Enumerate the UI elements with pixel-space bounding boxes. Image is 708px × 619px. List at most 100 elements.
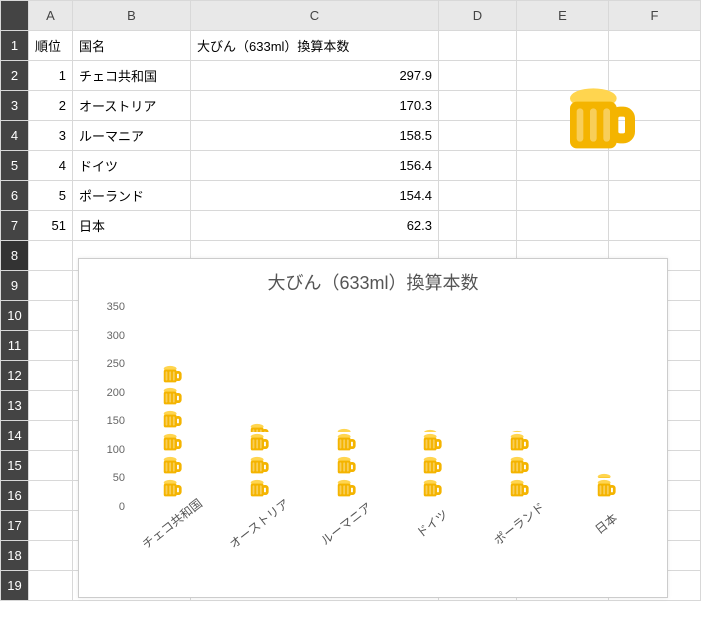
cell[interactable]	[29, 451, 73, 481]
cell-A4[interactable]: 3	[29, 121, 73, 151]
beer-mug-icon	[335, 479, 357, 501]
chart-plot-area: 050100150200250300350	[129, 301, 647, 501]
cell-B4[interactable]: ルーマニア	[73, 121, 191, 151]
col-header-F[interactable]: F	[609, 1, 701, 31]
chart-x-axis: チェコ共和国オーストリアルーマニアドイツポーランド日本	[129, 501, 647, 571]
cell-B5[interactable]: ドイツ	[73, 151, 191, 181]
cell-A3[interactable]: 2	[29, 91, 73, 121]
chart-x-label: オーストリア	[226, 495, 293, 552]
row-header[interactable]: 3	[1, 91, 29, 121]
cell-D2[interactable]	[439, 61, 517, 91]
cell-A1[interactable]: 順位	[29, 31, 73, 61]
chart-y-tick: 50	[113, 472, 125, 484]
row-header[interactable]: 7	[1, 211, 29, 241]
row-header[interactable]: 12	[1, 361, 29, 391]
row-header[interactable]: 1	[1, 31, 29, 61]
row-header[interactable]: 10	[1, 301, 29, 331]
cell-E6[interactable]	[517, 181, 609, 211]
row-header[interactable]: 16	[1, 481, 29, 511]
beer-mug-icon	[335, 456, 357, 478]
cell-C1[interactable]: 大びん（633ml）換算本数	[191, 31, 439, 61]
cell[interactable]	[29, 271, 73, 301]
cell[interactable]	[29, 391, 73, 421]
cell-B1[interactable]: 国名	[73, 31, 191, 61]
cell[interactable]	[29, 511, 73, 541]
cell-B2[interactable]: チェコ共和国	[73, 61, 191, 91]
cell-D7[interactable]	[439, 211, 517, 241]
cell-A5[interactable]: 4	[29, 151, 73, 181]
cell-B7[interactable]: 日本	[73, 211, 191, 241]
cell-B6[interactable]: ポーランド	[73, 181, 191, 211]
beer-mug-icon	[248, 433, 270, 455]
cell-F6[interactable]	[609, 181, 701, 211]
row-header[interactable]: 8	[1, 241, 29, 271]
col-header-A[interactable]: A	[29, 1, 73, 31]
cell-E7[interactable]	[517, 211, 609, 241]
row-header[interactable]: 2	[1, 61, 29, 91]
col-header-C[interactable]: C	[191, 1, 439, 31]
chart-markers	[129, 301, 647, 501]
cell-D6[interactable]	[439, 181, 517, 211]
cell-D4[interactable]	[439, 121, 517, 151]
beer-mug-icon	[421, 456, 443, 478]
chart-x-label: ポーランド	[490, 498, 548, 548]
cell-D3[interactable]	[439, 91, 517, 121]
row-header[interactable]: 6	[1, 181, 29, 211]
chart-series-column	[591, 473, 621, 501]
cell-C2[interactable]: 297.9	[191, 61, 439, 91]
cell[interactable]	[29, 301, 73, 331]
cell-D1[interactable]	[439, 31, 517, 61]
chart-title: 大びん（633ml）換算本数	[79, 259, 667, 301]
col-header-D[interactable]: D	[439, 1, 517, 31]
row-header[interactable]: 17	[1, 511, 29, 541]
cell[interactable]	[29, 361, 73, 391]
cell-C6[interactable]: 154.4	[191, 181, 439, 211]
cell-C5[interactable]: 156.4	[191, 151, 439, 181]
cell[interactable]	[29, 571, 73, 601]
row-header[interactable]: 14	[1, 421, 29, 451]
cell-D5[interactable]	[439, 151, 517, 181]
cell-C4[interactable]: 158.5	[191, 121, 439, 151]
row-header[interactable]: 19	[1, 571, 29, 601]
cell-C7[interactable]: 62.3	[191, 211, 439, 241]
chart-series-column	[244, 423, 274, 501]
row-header[interactable]: 5	[1, 151, 29, 181]
cell-A6[interactable]: 5	[29, 181, 73, 211]
beer-mug-icon	[595, 479, 617, 501]
cell[interactable]	[29, 541, 73, 571]
beer-mug-icon	[421, 479, 443, 501]
row-header[interactable]: 9	[1, 271, 29, 301]
select-all-corner[interactable]	[1, 1, 29, 31]
chart-object[interactable]: 大びん（633ml）換算本数 050100150200250300350	[78, 258, 668, 598]
cell-B3[interactable]: オーストリア	[73, 91, 191, 121]
row-header[interactable]: 18	[1, 541, 29, 571]
beer-mug-icon	[508, 430, 530, 432]
cell[interactable]	[29, 241, 73, 271]
cell-F7[interactable]	[609, 211, 701, 241]
chart-x-label: 日本	[591, 509, 620, 537]
col-header-E[interactable]: E	[517, 1, 609, 31]
col-header-B[interactable]: B	[73, 1, 191, 31]
cell-F1[interactable]	[609, 31, 701, 61]
row-header[interactable]: 13	[1, 391, 29, 421]
row-header[interactable]: 4	[1, 121, 29, 151]
cell[interactable]	[29, 481, 73, 511]
row-header[interactable]: 15	[1, 451, 29, 481]
cell-C3[interactable]: 170.3	[191, 91, 439, 121]
cell-A7[interactable]: 51	[29, 211, 73, 241]
chart-y-tick: 0	[119, 501, 125, 513]
chart-y-tick: 100	[107, 444, 125, 456]
beer-mug-icon	[161, 433, 183, 455]
beer-mug-icon	[161, 410, 183, 432]
cell-E1[interactable]	[517, 31, 609, 61]
chart-y-tick: 300	[107, 330, 125, 342]
row-header[interactable]: 11	[1, 331, 29, 361]
chart-y-tick: 250	[107, 358, 125, 370]
cell-A2[interactable]: 1	[29, 61, 73, 91]
beer-mug-icon	[248, 456, 270, 478]
chart-y-tick: 350	[107, 301, 125, 313]
cell[interactable]	[29, 331, 73, 361]
cell[interactable]	[29, 421, 73, 451]
chart-series-column	[331, 428, 361, 501]
chart-series-column	[157, 365, 187, 501]
